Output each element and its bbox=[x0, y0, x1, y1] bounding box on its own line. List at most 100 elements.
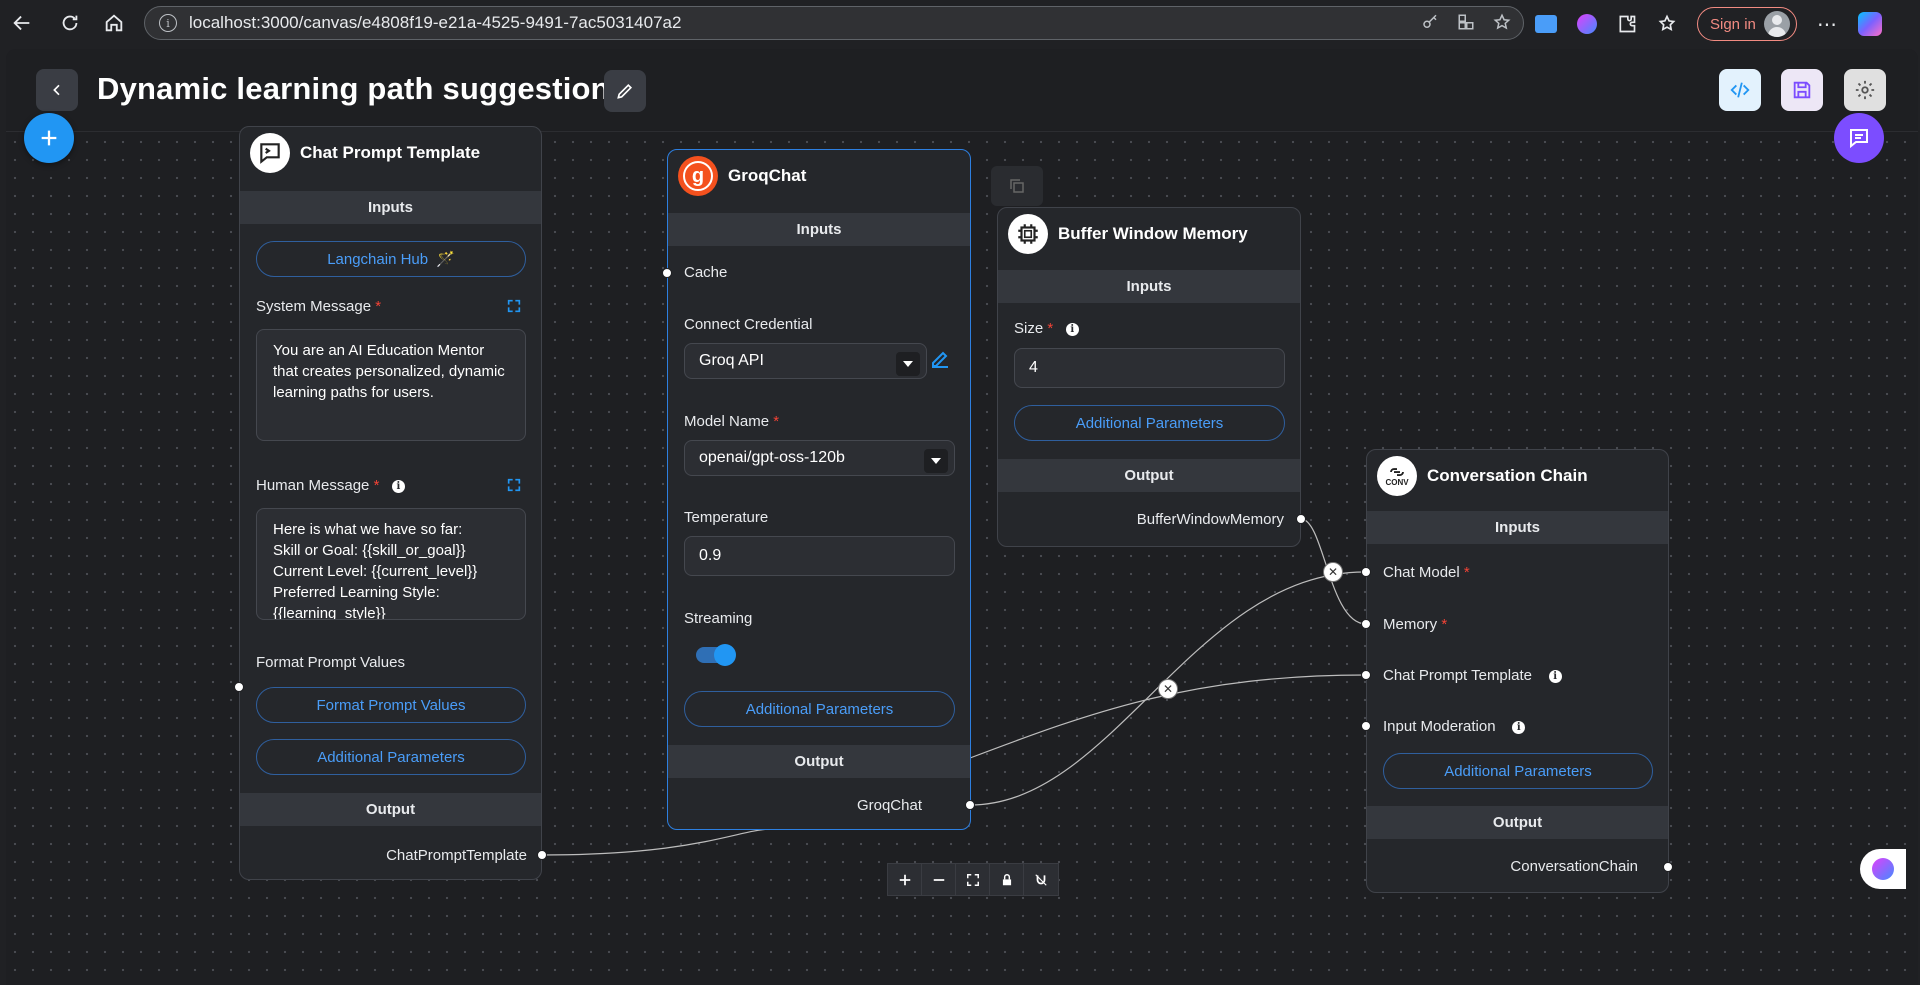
expand-icon[interactable] bbox=[506, 477, 522, 493]
info-icon[interactable]: i bbox=[391, 479, 405, 493]
back-icon[interactable] bbox=[4, 5, 40, 41]
input-handle[interactable] bbox=[1361, 721, 1371, 731]
credential-dropdown[interactable]: Groq API bbox=[684, 343, 927, 379]
output-name: GroqChat bbox=[856, 797, 922, 814]
output-section-header: Output bbox=[240, 793, 541, 826]
node-title: GroqChat bbox=[728, 166, 807, 185]
temperature-input[interactable]: 0.9 bbox=[684, 536, 955, 576]
back-button[interactable] bbox=[36, 69, 78, 111]
fit-view-button[interactable] bbox=[956, 864, 990, 895]
input-moderation-label: Input Moderation i bbox=[1383, 718, 1526, 735]
site-info-icon[interactable]: i bbox=[159, 14, 177, 32]
memory-label: Memory * bbox=[1383, 616, 1448, 633]
zoom-in-button[interactable] bbox=[888, 864, 922, 895]
node-header: Chat Prompt Template bbox=[240, 127, 541, 179]
apps-icon[interactable] bbox=[1457, 13, 1475, 31]
streaming-toggle[interactable] bbox=[696, 644, 736, 666]
additional-parameters-button[interactable]: Additional Parameters bbox=[1383, 753, 1653, 789]
size-input[interactable]: 4 bbox=[1014, 348, 1285, 388]
info-icon[interactable]: i bbox=[1548, 669, 1562, 683]
snap-toggle-button[interactable] bbox=[1024, 864, 1058, 895]
fit-view-icon bbox=[966, 873, 979, 886]
expand-icon[interactable] bbox=[506, 298, 522, 314]
inputs-section-header: Inputs bbox=[240, 191, 541, 224]
node-conversation-chain[interactable]: CONV Conversation Chain Inputs Chat Mode… bbox=[1366, 449, 1669, 893]
input-handle[interactable] bbox=[1361, 567, 1371, 577]
node-header: g GroqChat bbox=[668, 150, 970, 202]
format-prompt-values-label: Format Prompt Values bbox=[256, 654, 405, 671]
output-name: ChatPromptTemplate bbox=[386, 847, 527, 864]
langchain-hub-button[interactable]: Langchain Hub 🪄 bbox=[256, 241, 526, 277]
system-message-textarea[interactable]: You are an AI Education Mentor that crea… bbox=[256, 329, 526, 441]
node-header: CONV Conversation Chain bbox=[1367, 450, 1668, 502]
save-button[interactable] bbox=[1781, 69, 1823, 111]
format-prompt-values-button[interactable]: Format Prompt Values bbox=[256, 687, 526, 723]
edge-delete-button[interactable]: ✕ bbox=[1158, 679, 1178, 699]
input-handle[interactable] bbox=[234, 682, 244, 692]
minus-icon bbox=[933, 878, 944, 881]
brain-icon bbox=[1872, 858, 1894, 880]
duplicate-node-button[interactable] bbox=[991, 166, 1043, 206]
plus-icon bbox=[41, 130, 57, 146]
model-name-label: Model Name * bbox=[684, 413, 780, 430]
size-label: Size * i bbox=[1014, 320, 1079, 337]
lock-icon bbox=[1002, 873, 1011, 885]
favorite-star-icon[interactable] bbox=[1493, 13, 1511, 31]
model-name-dropdown[interactable]: openai/gpt-oss-120b bbox=[684, 440, 955, 476]
home-icon[interactable] bbox=[96, 5, 132, 41]
cache-label: Cache bbox=[684, 264, 728, 281]
more-menu-icon[interactable]: ⋯ bbox=[1817, 12, 1838, 37]
reload-icon[interactable] bbox=[52, 5, 88, 41]
info-icon[interactable]: i bbox=[1512, 720, 1526, 734]
chat-prompt-template-label: Chat Prompt Template i bbox=[1383, 667, 1562, 684]
sign-in-button[interactable]: Sign in bbox=[1697, 7, 1797, 41]
additional-parameters-button[interactable]: Additional Parameters bbox=[684, 691, 955, 727]
node-groqchat[interactable]: g GroqChat Inputs Cache Connect Credenti… bbox=[667, 149, 971, 830]
gear-icon bbox=[1855, 80, 1875, 100]
sign-in-label: Sign in bbox=[1710, 15, 1756, 33]
output-handle[interactable] bbox=[1663, 862, 1673, 872]
view-code-button[interactable] bbox=[1719, 69, 1761, 111]
input-handle[interactable] bbox=[1361, 619, 1371, 629]
edge-delete-button[interactable]: ✕ bbox=[1323, 562, 1343, 582]
inputs-section-header: Inputs bbox=[668, 213, 970, 246]
lock-button[interactable] bbox=[990, 864, 1024, 895]
copilot-icon[interactable] bbox=[1857, 12, 1882, 36]
credential-value: Groq API bbox=[699, 352, 764, 369]
edit-credential-icon[interactable] bbox=[928, 347, 952, 371]
pencil-icon bbox=[617, 83, 633, 99]
page-title: Dynamic learning path suggestion bbox=[97, 71, 610, 106]
dropdown-arrow-icon bbox=[924, 449, 948, 473]
chat-button[interactable] bbox=[1834, 113, 1884, 163]
input-handle[interactable] bbox=[1361, 670, 1371, 680]
credential-label: Connect Credential bbox=[684, 316, 813, 333]
node-chat-prompt-template[interactable]: Chat Prompt Template Inputs Langchain Hu… bbox=[239, 126, 542, 880]
human-message-textarea[interactable]: Here is what we have so far: Skill or Go… bbox=[256, 508, 526, 620]
key-icon[interactable] bbox=[1421, 13, 1439, 31]
output-handle[interactable] bbox=[965, 800, 975, 810]
additional-parameters-button[interactable]: Additional Parameters bbox=[1014, 405, 1285, 441]
output-handle[interactable] bbox=[1296, 514, 1306, 524]
zoom-out-button[interactable] bbox=[922, 864, 956, 895]
additional-parameters-button[interactable]: Additional Parameters bbox=[256, 739, 526, 775]
output-section-header: Output bbox=[668, 745, 970, 778]
settings-button[interactable] bbox=[1844, 69, 1886, 111]
save-icon bbox=[1793, 81, 1811, 99]
edit-title-button[interactable] bbox=[604, 70, 646, 112]
address-bar[interactable]: i localhost:3000/canvas/e4808f19-e21a-45… bbox=[144, 6, 1524, 40]
human-message-label: Human Message * i bbox=[256, 477, 405, 494]
assistant-extension-button[interactable] bbox=[1860, 849, 1906, 889]
node-title: Conversation Chain bbox=[1427, 466, 1588, 485]
input-handle[interactable] bbox=[662, 268, 672, 278]
node-buffer-window-memory[interactable]: Buffer Window Memory Inputs Size * i 4 A… bbox=[997, 207, 1301, 547]
add-node-button[interactable] bbox=[24, 113, 74, 163]
output-handle[interactable] bbox=[537, 850, 547, 860]
extension-toggle-icon[interactable] bbox=[1535, 15, 1557, 33]
magic-wand-icon: 🪄 bbox=[436, 251, 455, 268]
puzzle-extensions-icon[interactable] bbox=[1617, 14, 1637, 34]
brain-extension-icon[interactable] bbox=[1577, 14, 1597, 34]
output-name: BufferWindowMemory bbox=[1136, 511, 1284, 528]
langchain-hub-label: Langchain Hub bbox=[327, 250, 429, 268]
info-icon[interactable]: i bbox=[1065, 322, 1079, 336]
favorites-icon[interactable] bbox=[1657, 14, 1677, 34]
